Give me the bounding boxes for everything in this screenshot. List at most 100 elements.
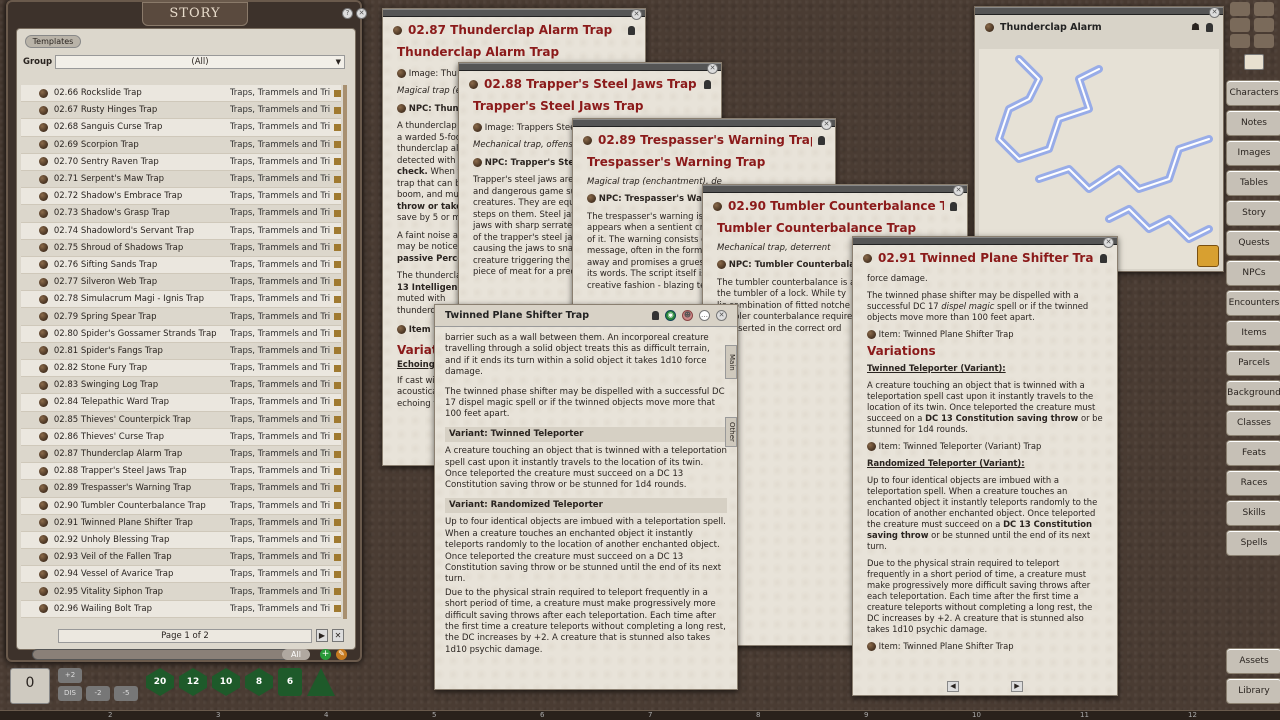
list-item[interactable]: 02.73 Shadow's Grasp Trap Traps, Trammels… [21, 205, 341, 223]
close-icon[interactable]: ✕ [953, 185, 964, 196]
list-item[interactable]: 02.91 Twinned Plane Shifter Trap Traps, T… [21, 515, 341, 532]
help-icon[interactable]: ? [342, 8, 353, 19]
item-link[interactable]: Item: Twinned Plane Shifter Trap [879, 329, 1014, 339]
list-item[interactable]: 02.79 Spring Spear Trap Traps, Trammels a… [21, 308, 341, 326]
npc-link[interactable]: NPC: Thund [409, 104, 465, 114]
sidebar-item-encounters[interactable]: Encounters [1226, 290, 1280, 316]
tool-icon[interactable] [1230, 18, 1250, 32]
sidebar-item-notes[interactable]: Notes [1226, 110, 1280, 136]
item-link-icon[interactable] [867, 330, 876, 339]
sidebar-item-parcels[interactable]: Parcels [1226, 350, 1280, 376]
close-icon[interactable]: ✕ [631, 9, 642, 20]
list-item[interactable]: 02.80 Spider's Gossamer Strands Trap Trap… [21, 325, 341, 343]
tool-icon[interactable] [1254, 18, 1274, 32]
close-icon[interactable]: ✕ [821, 119, 832, 130]
npc-link-icon[interactable] [397, 103, 406, 113]
identify-icon[interactable]: ☻ [682, 310, 693, 321]
share-icon[interactable]: ◉ [665, 310, 676, 321]
record-window-twinned[interactable]: ✕ 02.91 Twinned Plane Shifter Trap force… [852, 236, 1118, 696]
sidebar-item-classes[interactable]: Classes [1226, 410, 1280, 436]
list-item[interactable]: 02.78 Simulacrum Magi - Ignis Trap Traps,… [21, 291, 341, 309]
lock-icon[interactable] [652, 311, 659, 320]
d6-die[interactable]: 6 [278, 668, 302, 696]
list-item[interactable]: 02.82 Stone Fury Trap Traps, Trammels and… [21, 360, 341, 378]
sidebar-item-items[interactable]: Items [1226, 320, 1280, 346]
hotkey-slot-number[interactable]: 11 [1080, 711, 1089, 719]
list-item[interactable]: 02.66 Rockslide Trap Traps, Trammels and … [21, 85, 341, 103]
sidebar-item-skills[interactable]: Skills [1226, 500, 1280, 526]
group-select[interactable]: (All) ▼ [55, 55, 345, 69]
list-item[interactable]: 02.71 Serpent's Maw Trap Traps, Trammels … [21, 171, 341, 189]
list-item[interactable]: 02.96 Wailing Bolt Trap Traps, Trammels a… [21, 600, 341, 618]
gear-icon[interactable] [1230, 34, 1250, 48]
list-item[interactable]: 02.85 Thieves' Counterpick Trap Traps, Tr… [21, 412, 341, 429]
item-link-icon[interactable] [867, 442, 876, 451]
next-page-button[interactable]: ▶ [316, 629, 328, 642]
image-link[interactable]: Image: Trappers Stee [485, 123, 576, 133]
d20-die[interactable]: 20 [146, 668, 174, 696]
sidebar-item-spells[interactable]: Spells [1226, 530, 1280, 556]
window-bar[interactable] [383, 9, 645, 17]
npc-link-icon[interactable] [473, 157, 482, 167]
tool-icon[interactable] [1254, 34, 1274, 48]
window-bar[interactable] [975, 7, 1223, 15]
players-icon[interactable]: ☗ [1191, 22, 1200, 33]
filter-all-button[interactable]: All [282, 649, 310, 660]
lock-icon[interactable] [628, 25, 635, 35]
mod-minus2-button[interactable]: -2 [86, 686, 110, 701]
d8-die[interactable]: 8 [245, 668, 273, 696]
lock-icon[interactable] [1100, 253, 1107, 263]
list-item[interactable]: 02.68 Sanguis Curse Trap Traps, Trammels … [21, 119, 341, 137]
sidebar-item-assets[interactable]: Assets [1226, 648, 1280, 674]
sidebar-item-background[interactable]: Background [1226, 380, 1280, 406]
list-item[interactable]: 02.93 Veil of the Fallen Trap Traps, Tram… [21, 549, 341, 567]
list-item[interactable]: 02.83 Swinging Log Trap Traps, Trammels a… [21, 377, 341, 395]
npc-link[interactable]: NPC: Trespasser's Warni [599, 194, 715, 204]
list-item[interactable]: 02.84 Telepathic Ward Trap Traps, Trammel… [21, 394, 341, 412]
lock-icon[interactable] [1206, 22, 1213, 32]
list-item[interactable]: 02.86 Thieves' Curse Trap Traps, Trammels… [21, 428, 341, 446]
tool-icon[interactable] [1254, 2, 1274, 16]
add-icon[interactable]: + [320, 649, 331, 660]
list-item[interactable]: 02.90 Tumbler Counterbalance Trap Traps, … [21, 497, 341, 515]
mod-plus-button[interactable]: +2 [58, 668, 82, 683]
list-item[interactable]: 02.81 Spider's Fangs Trap Traps, Trammels… [21, 343, 341, 360]
list-item[interactable]: 02.87 Thunderclap Alarm Trap Traps, Tramm… [21, 446, 341, 464]
d4-die[interactable] [307, 668, 335, 696]
list-item[interactable]: 02.89 Trespasser's Warning Trap Traps, Tr… [21, 480, 341, 498]
close-icon[interactable]: ✕ [716, 310, 727, 321]
close-icon[interactable]: ✕ [1103, 237, 1114, 248]
sidebar-item-story[interactable]: Story [1226, 200, 1280, 226]
sidebar-item-library[interactable]: Library [1226, 678, 1280, 704]
last-page-button[interactable]: ✕ [332, 629, 344, 642]
list-item[interactable]: 02.92 Unholy Blessing Trap Traps, Trammel… [21, 531, 341, 550]
close-icon[interactable]: ✕ [356, 8, 367, 19]
next-button[interactable]: ▶ [1011, 681, 1023, 692]
list-item[interactable]: 02.67 Rusty Hinges Trap Traps, Trammels a… [21, 102, 341, 120]
lock-icon[interactable] [950, 201, 957, 211]
sidebar-item-npcs[interactable]: NPCs [1226, 260, 1280, 286]
hotkey-slot-number[interactable]: 10 [972, 711, 981, 719]
templates-button[interactable]: Templates [25, 35, 81, 48]
dis-button[interactable]: DIS [58, 686, 82, 701]
list-item[interactable]: 02.69 Scorpion Trap Traps, Trammels and T… [21, 137, 341, 154]
hotkey-slot-number[interactable]: 2 [108, 711, 112, 719]
d12-die[interactable]: 12 [179, 668, 207, 696]
lock-icon[interactable] [704, 79, 711, 89]
sidebar-item-images[interactable]: Images [1226, 140, 1280, 166]
sidebar-item-races[interactable]: Races [1226, 470, 1280, 496]
list-item[interactable]: 02.70 Sentry Raven Trap Traps, Trammels a… [21, 153, 341, 171]
mod-minus5-button[interactable]: -5 [114, 686, 138, 701]
image-link-icon[interactable] [473, 122, 482, 132]
hotkey-slot-number[interactable]: 3 [216, 711, 220, 719]
npc-link[interactable]: NPC: Tumbler Counterbalance [729, 260, 872, 270]
list-item[interactable]: 02.95 Vitality Siphon Trap Traps, Trammel… [21, 583, 341, 601]
npc-link-icon[interactable] [587, 194, 596, 203]
tab-main[interactable]: Main [725, 345, 737, 379]
list-item[interactable]: 02.72 Shadow's Embrace Trap Traps, Tramme… [21, 188, 341, 206]
hotkey-slot-number[interactable]: 4 [324, 711, 328, 719]
hotkey-slot-number[interactable]: 7 [648, 711, 652, 719]
tool-icon[interactable] [1230, 2, 1250, 16]
window-bar[interactable] [703, 185, 967, 193]
tab-other[interactable]: Other [725, 417, 737, 447]
